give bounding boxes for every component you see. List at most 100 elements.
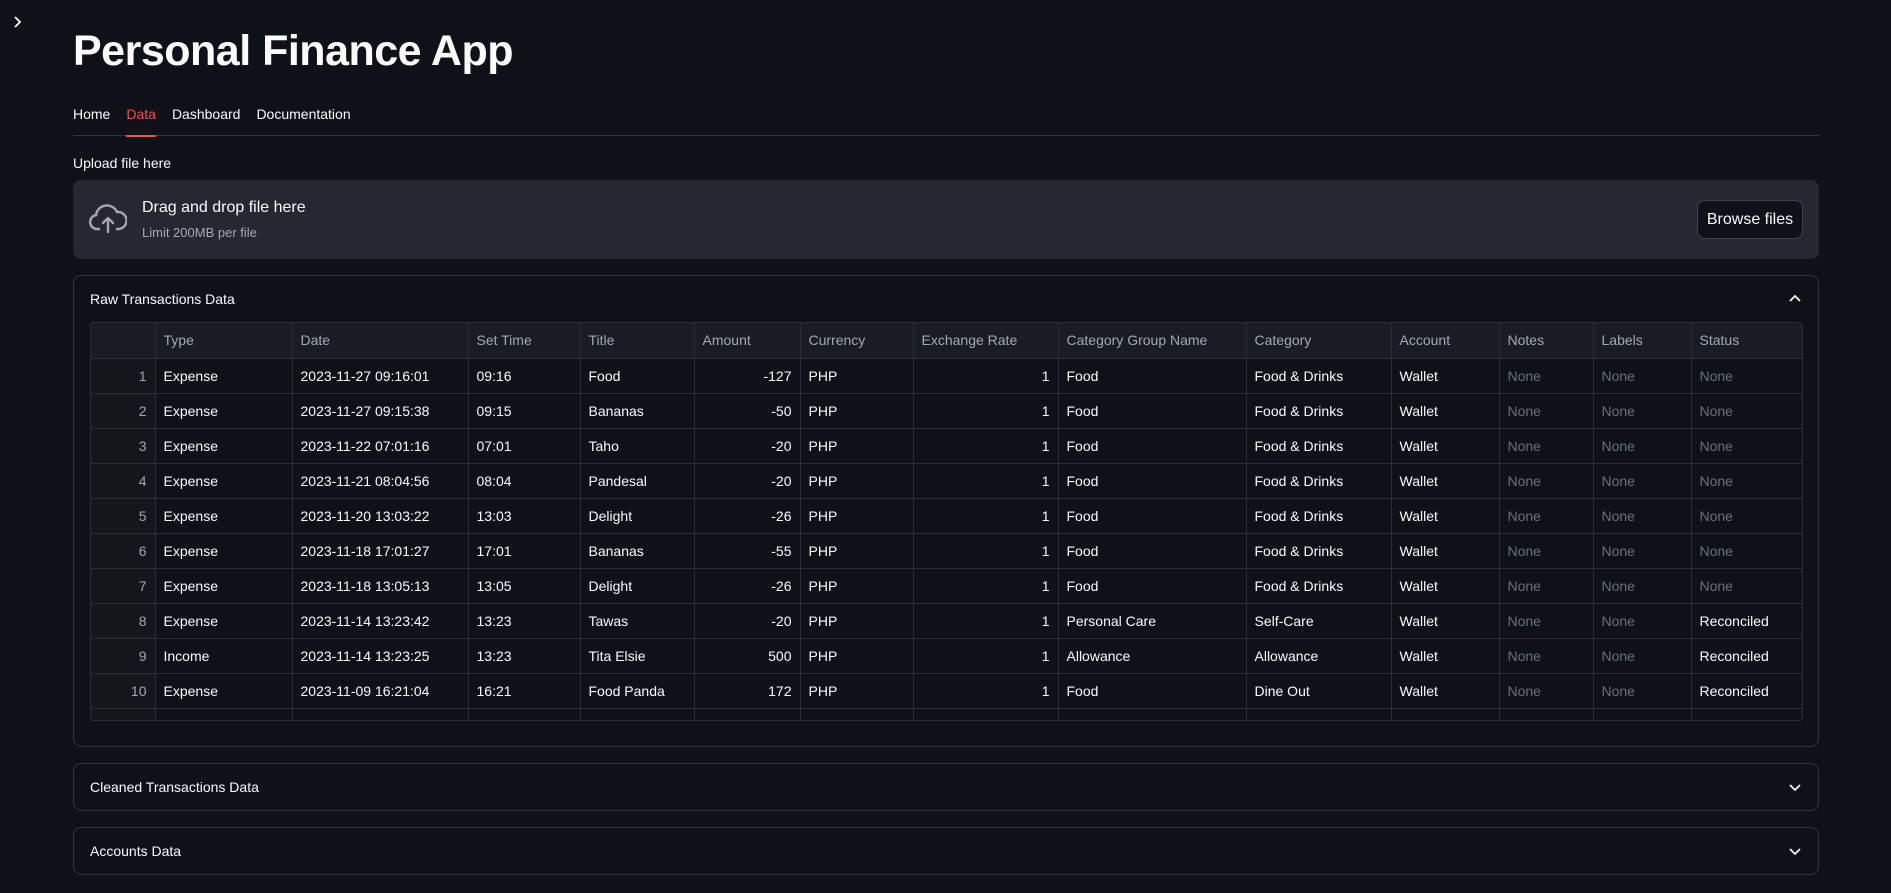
table-cell[interactable]: Food	[1058, 428, 1247, 464]
table-cell[interactable]: Wallet	[1391, 358, 1500, 394]
table-cell[interactable]: 13:05	[468, 568, 581, 604]
table-cell[interactable]: None	[1593, 673, 1692, 709]
table-cell[interactable]: None	[1499, 568, 1594, 604]
table-cell[interactable]: Wallet	[1391, 428, 1500, 464]
table-cell[interactable]: Wallet	[1391, 393, 1500, 429]
table-cell[interactable]: None	[1499, 393, 1594, 429]
data-table[interactable]: Type Date Set Time Title Amount Currency…	[90, 322, 1803, 721]
cleaned-transactions-expander[interactable]: Cleaned Transactions Data	[73, 763, 1819, 811]
tab-dashboard[interactable]: Dashboard	[172, 101, 241, 136]
table-cell[interactable]: None	[1593, 393, 1692, 429]
table-cell[interactable]: Expense	[155, 463, 293, 499]
table-cell[interactable]: None	[1499, 358, 1594, 394]
table-cell[interactable]: None	[1691, 498, 1802, 534]
table-cell[interactable]: -20	[694, 463, 801, 499]
table-cell[interactable]: 500	[694, 638, 801, 674]
table-cell[interactable]: 07:01	[468, 428, 581, 464]
table-cell[interactable]: Wallet	[1391, 638, 1500, 674]
table-cell[interactable]: None	[1593, 568, 1692, 604]
table-cell[interactable]: None	[1593, 463, 1692, 499]
table-cell[interactable]: None	[1691, 358, 1802, 394]
file-dropzone[interactable]: Drag and drop file here Limit 200MB per …	[73, 180, 1819, 259]
table-cell[interactable]: -26	[694, 498, 801, 534]
table-cell[interactable]: Food	[1058, 463, 1247, 499]
table-cell[interactable]: Food	[1058, 533, 1247, 569]
table-cell[interactable]: 1	[913, 638, 1059, 674]
table-cell[interactable]: 2023-11-14 13:23:42	[292, 603, 469, 639]
table-cell[interactable]: 172	[694, 673, 801, 709]
column-header[interactable]: Category Group Name	[1058, 323, 1247, 359]
column-header[interactable]: Category	[1246, 323, 1392, 359]
table-cell[interactable]: None	[1499, 638, 1594, 674]
table-cell[interactable]: PHP	[800, 428, 914, 464]
table-cell[interactable]: Food & Drinks	[1246, 358, 1392, 394]
table-cell[interactable]: Wallet	[1391, 568, 1500, 604]
table-cell[interactable]: 2023-11-18 13:05:13	[292, 568, 469, 604]
table-cell[interactable]: Dine Out	[1246, 673, 1392, 709]
table-row[interactable]: 4 Expense 2023-11-21 08:04:56 08:04 Pandesal…	[91, 463, 1802, 499]
table-cell[interactable]: 09:16	[468, 358, 581, 394]
table-cell[interactable]: 2023-11-21 08:04:56	[292, 463, 469, 499]
table-cell[interactable]: PHP	[800, 498, 914, 534]
table-cell[interactable]: Self-Care	[1246, 603, 1392, 639]
table-cell[interactable]: Expense	[155, 673, 293, 709]
table-cell[interactable]: 13:03	[468, 498, 581, 534]
table-cell[interactable]: -20	[694, 603, 801, 639]
table-cell[interactable]: Food	[1058, 393, 1247, 429]
table-cell[interactable]: None	[1499, 498, 1594, 534]
table-cell[interactable]: PHP	[800, 603, 914, 639]
browse-files-button[interactable]: Browse files	[1697, 200, 1803, 239]
table-cell[interactable]: Expense	[155, 568, 293, 604]
tab-data[interactable]: Data	[126, 101, 156, 137]
table-cell[interactable]: None	[1593, 428, 1692, 464]
table-cell[interactable]: Food	[1058, 568, 1247, 604]
table-row[interactable]: 5 Expense 2023-11-20 13:03:22 13:03 Delight -…	[91, 498, 1802, 534]
table-cell[interactable]: Food & Drinks	[1246, 533, 1392, 569]
table-cell[interactable]: 2023-11-27 09:16:01	[292, 358, 469, 394]
table-cell[interactable]: 2023-11-14 13:23:25	[292, 638, 469, 674]
table-cell[interactable]: 1	[913, 463, 1059, 499]
column-header[interactable]: Date	[292, 323, 469, 359]
table-cell[interactable]: Reconciled	[1691, 638, 1802, 674]
table-cell[interactable]: 1	[913, 498, 1059, 534]
table-cell[interactable]: Food	[1058, 498, 1247, 534]
table-row[interactable]: 6 Expense 2023-11-18 17:01:27 17:01 Bananas -…	[91, 533, 1802, 569]
table-cell[interactable]: Allowance	[1246, 638, 1392, 674]
table-cell[interactable]: Food	[1058, 358, 1247, 394]
table-cell[interactable]: Food & Drinks	[1246, 393, 1392, 429]
column-header[interactable]: Currency	[800, 323, 914, 359]
table-row[interactable]: 10 Expense 2023-11-09 16:21:04 16:21 Food Pa…	[91, 673, 1802, 709]
table-cell[interactable]: Bananas	[580, 393, 695, 429]
table-cell[interactable]: Reconciled	[1691, 603, 1802, 639]
table-cell[interactable]: Expense	[155, 533, 293, 569]
tab-home[interactable]: Home	[73, 101, 110, 136]
table-cell[interactable]: Wallet	[1391, 533, 1500, 569]
table-cell[interactable]: None	[1593, 498, 1692, 534]
table-cell[interactable]: 2023-11-18 17:01:27	[292, 533, 469, 569]
table-cell[interactable]: 13:23	[468, 638, 581, 674]
table-cell[interactable]: Expense	[155, 428, 293, 464]
table-cell[interactable]: 08:04	[468, 463, 581, 499]
accounts-header[interactable]: Accounts Data	[74, 828, 1818, 875]
table-cell[interactable]: -50	[694, 393, 801, 429]
table-cell[interactable]: -20	[694, 428, 801, 464]
table-cell[interactable]: Wallet	[1391, 498, 1500, 534]
accounts-expander[interactable]: Accounts Data	[73, 827, 1819, 875]
table-cell[interactable]: Reconciled	[1691, 673, 1802, 709]
table-cell[interactable]: PHP	[800, 393, 914, 429]
table-cell[interactable]: Pandesal	[580, 463, 695, 499]
table-cell[interactable]: None	[1499, 533, 1594, 569]
table-cell[interactable]: 17:01	[468, 533, 581, 569]
table-cell[interactable]: Food & Drinks	[1246, 498, 1392, 534]
table-cell[interactable]: Allowance	[1058, 638, 1247, 674]
table-row[interactable]: 8 Expense 2023-11-14 13:23:42 13:23 Tawas -20…	[91, 603, 1802, 639]
table-cell[interactable]: Personal Care	[1058, 603, 1247, 639]
table-cell[interactable]: 2023-11-27 09:15:38	[292, 393, 469, 429]
table-row[interactable]: 1 Expense 2023-11-27 09:16:01 09:16 Food -127…	[91, 358, 1802, 394]
cleaned-transactions-header[interactable]: Cleaned Transactions Data	[74, 764, 1818, 811]
table-cell[interactable]: Tawas	[580, 603, 695, 639]
table-cell[interactable]: Expense	[155, 358, 293, 394]
table-cell[interactable]: None	[1691, 533, 1802, 569]
table-cell[interactable]: Expense	[155, 603, 293, 639]
table-cell[interactable]: PHP	[800, 358, 914, 394]
